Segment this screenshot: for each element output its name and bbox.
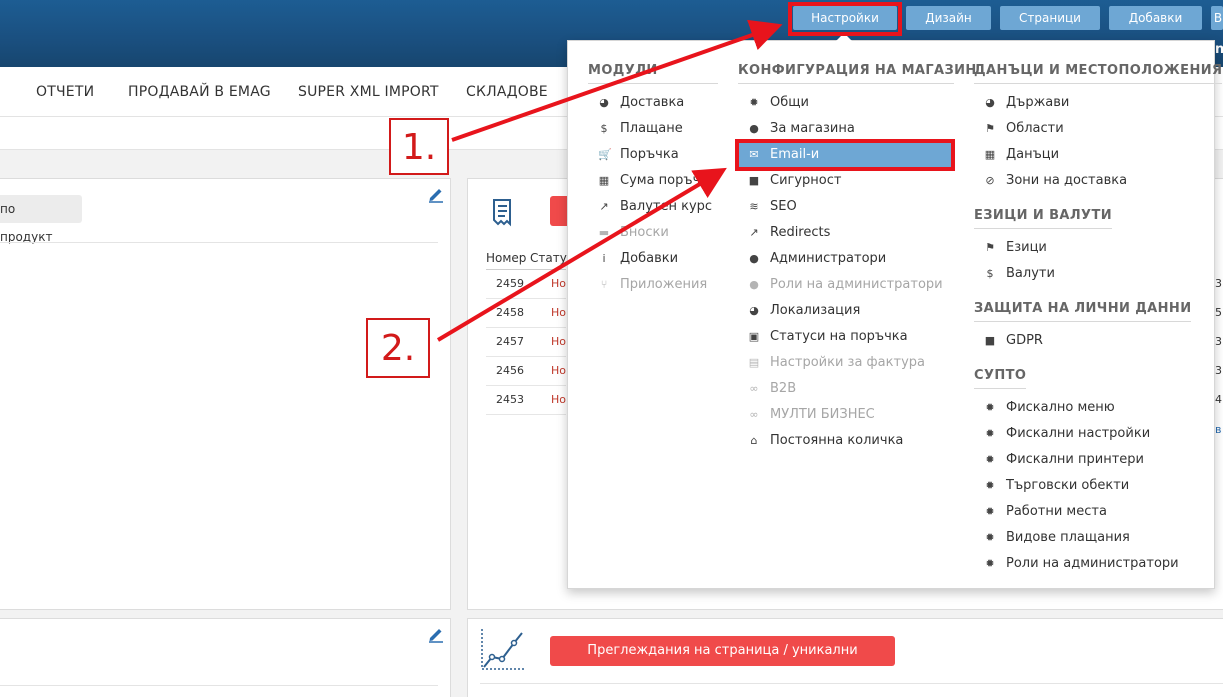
- annotation-arrows: [436, 19, 783, 342]
- arrow-to-email: [436, 167, 727, 342]
- step-two-label: 2.: [366, 318, 430, 378]
- step-one-label: 1.: [389, 118, 449, 175]
- arrow-to-settings: [451, 19, 783, 142]
